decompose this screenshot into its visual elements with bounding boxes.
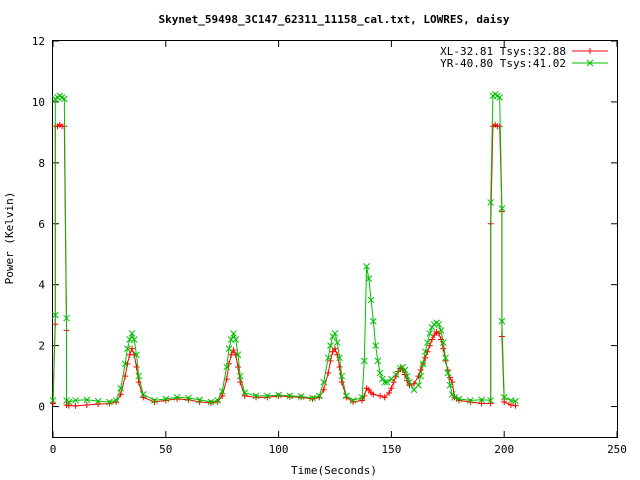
series-1-point-11 xyxy=(83,402,90,409)
series-1-point-37 xyxy=(234,363,241,370)
y-tick-label-4: 8 xyxy=(38,157,45,170)
legend-marker-1 xyxy=(587,48,593,54)
series-1-point-63 xyxy=(377,392,384,399)
series-1-point-0 xyxy=(50,400,56,407)
series-2-line xyxy=(52,93,516,403)
plot-svg: Skynet_59498_3C147_62311_11158_cal.txt, … xyxy=(3,13,627,477)
series-2-point-19 xyxy=(128,330,136,337)
series-1-point-79 xyxy=(422,354,429,361)
series-2-point-50 xyxy=(329,333,337,340)
chart-title: Skynet_59498_3C147_62311_11158_cal.txt, … xyxy=(159,13,510,26)
series-1-point-42 xyxy=(275,392,282,399)
y-axis-label: Power (Kelvin) xyxy=(3,192,16,285)
y-tick-label-5: 10 xyxy=(32,96,45,109)
series-1-point-77 xyxy=(417,366,424,373)
y-tick-label-3: 6 xyxy=(38,218,45,231)
series-layer xyxy=(49,90,519,409)
y-tick-label-1: 2 xyxy=(38,340,45,353)
series-2-point-86 xyxy=(435,320,443,328)
x-tick-label-5: 250 xyxy=(607,443,627,456)
series-1-point-44 xyxy=(298,394,305,401)
x-tick-label-4: 200 xyxy=(494,443,514,456)
series-2 xyxy=(49,90,519,406)
series-1-point-12 xyxy=(95,401,102,408)
x-axis-label: Time(Seconds) xyxy=(291,464,377,477)
x-tick-label-2: 100 xyxy=(269,443,289,456)
legend-entry-2: YR-40.80 Tsys:41.02 xyxy=(440,57,608,70)
series-2-point-77 xyxy=(415,381,422,389)
y-tick-label-2: 4 xyxy=(38,279,45,292)
legend: XL-32.81 Tsys:32.88 YR-40.80 Tsys:41.02 xyxy=(440,45,608,70)
y-tick-label-6: 12 xyxy=(32,35,45,48)
series-1-point-10 xyxy=(72,402,79,409)
legend-label-2: YR-40.80 Tsys:41.02 xyxy=(440,57,566,70)
series-1-point-96 xyxy=(487,400,494,407)
series-1-point-29 xyxy=(207,399,214,406)
x-tick-label-3: 150 xyxy=(381,443,401,456)
series-2-point-81 xyxy=(424,339,431,346)
series-1-point-43 xyxy=(286,393,293,400)
series-1-point-21 xyxy=(133,363,140,370)
series-2-point-35 xyxy=(230,330,237,337)
x-tick-label-0: 0 xyxy=(50,443,57,456)
series-1-point-53 xyxy=(336,363,343,370)
series-2-point-51 xyxy=(331,330,339,337)
x-tick-label-1: 50 xyxy=(159,443,172,456)
series-1-point-67 xyxy=(390,379,397,386)
series-1 xyxy=(50,121,519,409)
y-tick-label-0: 0 xyxy=(38,401,45,414)
chart: Skynet_59498_3C147_62311_11158_cal.txt, … xyxy=(0,0,640,480)
series-1-point-87 xyxy=(440,345,447,352)
